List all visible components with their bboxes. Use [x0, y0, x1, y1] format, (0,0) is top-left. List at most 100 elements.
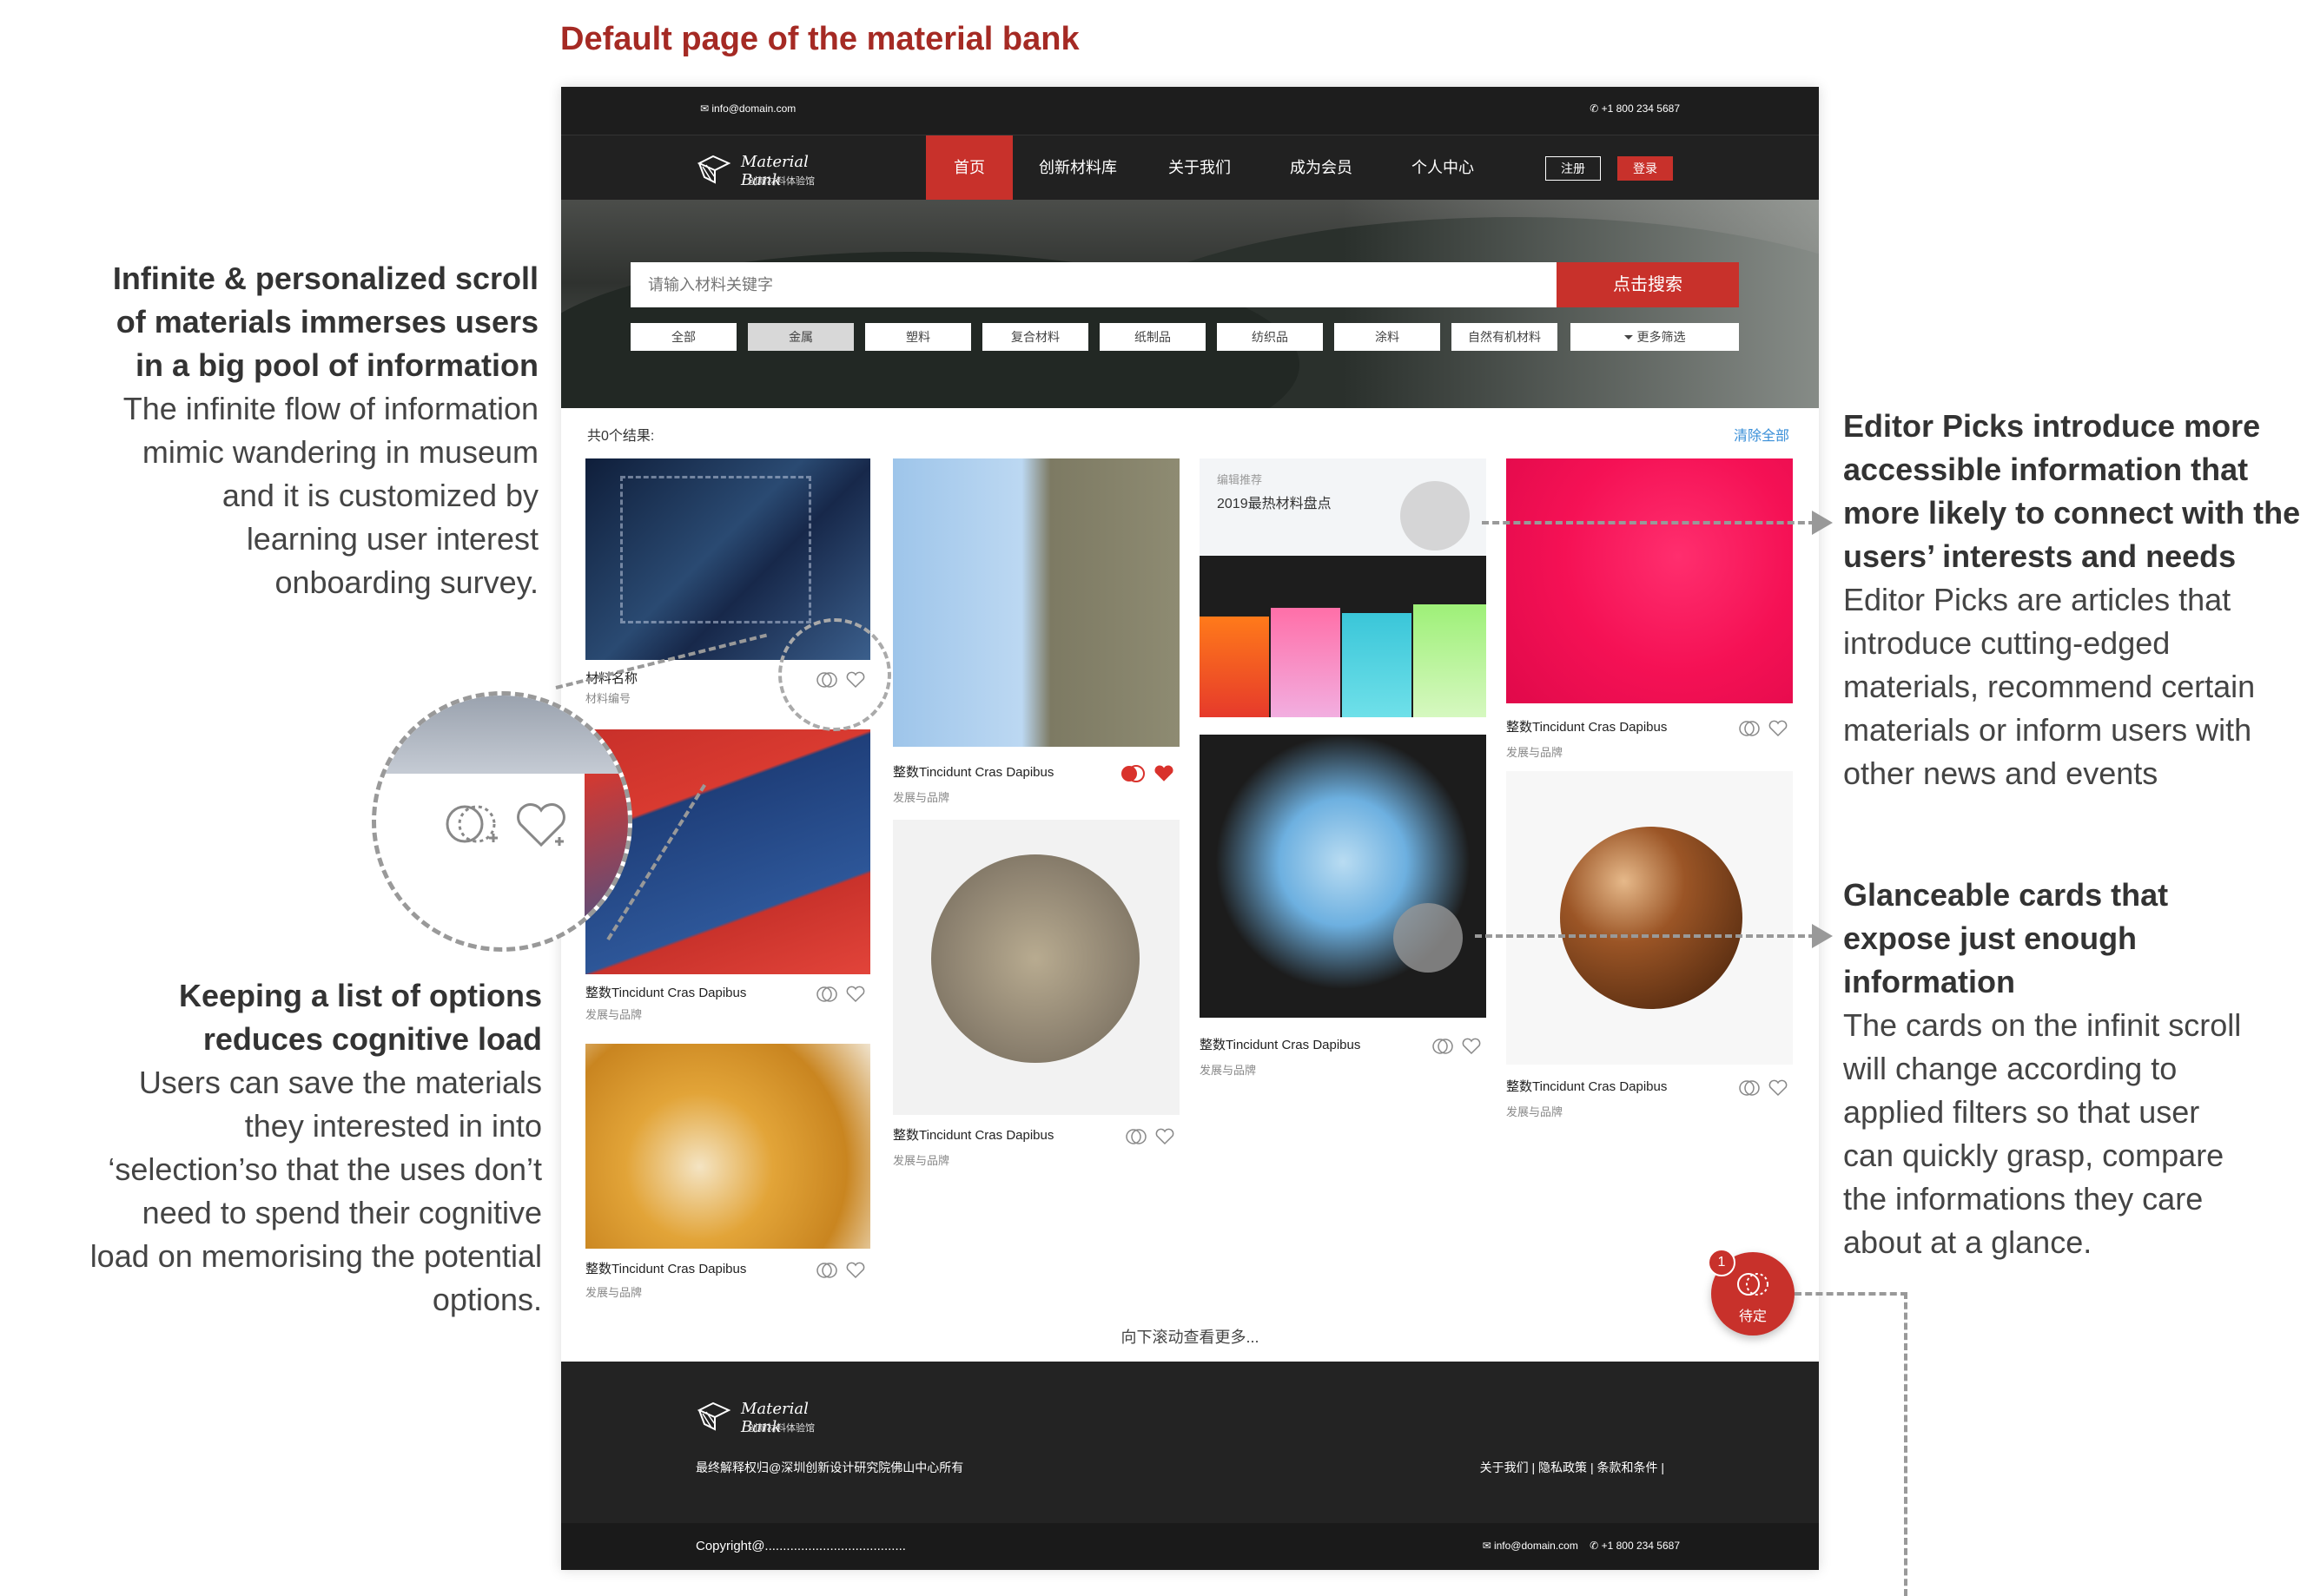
zoom-source-ring: [778, 618, 891, 731]
pink-fabric-image: [1506, 458, 1793, 703]
editor-pick-image: [1200, 556, 1486, 717]
annotation-head: expose just enough: [1843, 920, 2138, 956]
shirt-fabric-image: [893, 458, 1180, 747]
editor-pick-title: 2019最热材料盘点: [1217, 497, 1332, 511]
annotation-options-list: Keeping a list of options reduces cognit…: [35, 974, 542, 1322]
footer-contact: ✉ info@domain.com ✆ +1 800 234 5687: [1482, 1540, 1680, 1552]
add-to-selection-icon[interactable]: [1126, 1127, 1147, 1146]
add-to-selection-icon[interactable]: [1739, 1078, 1760, 1098]
filter-all[interactable]: 全部: [631, 323, 737, 351]
copyright-text: Copyright@..............................…: [696, 1539, 906, 1553]
scroll-more-hint: 向下滚动查看更多...: [1120, 1329, 1259, 1346]
card-title: 整数Tincidunt Cras Dapibus: [893, 1128, 1054, 1143]
annotation-head: of materials immerses users: [116, 304, 539, 340]
card-hotspot: [1393, 903, 1463, 973]
annotation-body: can quickly grasp, compare: [1843, 1138, 2224, 1173]
card-actions: [816, 1261, 865, 1280]
search-hero: 点击搜索 全部 金属 塑料 复合材料 纸制品 纺织品 涂料 自然有机材料 ⏷ 更…: [561, 200, 1819, 408]
filter-coating[interactable]: 涂料: [1334, 323, 1440, 351]
filter-textile[interactable]: 纺织品: [1217, 323, 1323, 351]
footer-rights: 最终解释权归@深圳创新设计研究院佛山中心所有: [696, 1461, 964, 1474]
selected-icon[interactable]: [1120, 764, 1145, 783]
nav-material-library[interactable]: 创新材料库: [1021, 135, 1134, 200]
zoom-magnifier: [372, 691, 632, 952]
search-input[interactable]: [631, 262, 1557, 307]
annotation-body: mimic wandering in museum: [142, 434, 539, 470]
annotation-glanceable-cards: Glanceable cards that expose just enough…: [1843, 874, 2295, 1264]
card-actions: [1739, 719, 1788, 738]
favorite-heart-icon[interactable]: [1155, 1128, 1174, 1145]
filter-more[interactable]: ⏷ 更多筛选: [1570, 323, 1739, 351]
main-navbar: Material Bank 创新材料体验馆 首页 创新材料库 关于我们 成为会员…: [561, 135, 1819, 200]
filter-plastic[interactable]: 塑料: [865, 323, 971, 351]
pending-count-badge: 1: [1708, 1249, 1735, 1276]
nav-about[interactable]: 关于我们: [1152, 135, 1247, 200]
arrow-head: [1812, 511, 1833, 535]
add-to-selection-icon[interactable]: [816, 985, 837, 1004]
annotation-head: Editor Picks introduce more: [1843, 408, 2261, 444]
annotation-head: in a big pool of information: [136, 347, 539, 383]
annotation-head: Glanceable cards that: [1843, 877, 2169, 913]
filter-paper[interactable]: 纸制品: [1100, 323, 1206, 351]
annotation-body: onboarding survey.: [274, 564, 539, 600]
annotation-body: Users can save the materials: [138, 1065, 542, 1100]
card-actions: [1126, 1127, 1174, 1146]
site-footer: Material Bank 创新材料体验馆 最终解释权归@深圳创新设计研究院佛山…: [561, 1362, 1819, 1523]
filter-metal[interactable]: 金属: [748, 323, 854, 351]
annotation-head: Infinite & personalized scroll: [112, 261, 539, 296]
card-subtitle: 发展与品牌: [893, 1154, 950, 1167]
annotation-body: will change according to: [1843, 1051, 2178, 1086]
annotation-head: users’ interests and needs: [1843, 538, 2237, 574]
favorite-heart-icon[interactable]: [1768, 1079, 1788, 1097]
add-to-selection-icon: [446, 805, 498, 843]
clear-all-link[interactable]: 清除全部: [1734, 424, 1789, 445]
nav-membership[interactable]: 成为会员: [1273, 135, 1369, 200]
card-subtitle: 发展与品牌: [1200, 1064, 1257, 1077]
glance-arrow-line: [1475, 934, 1815, 938]
footer-logo[interactable]: Material Bank 创新材料体验馆: [696, 1395, 843, 1438]
material-card[interactable]: 整数Tincidunt Cras Dapibus 发展与品牌: [893, 820, 1180, 1167]
header-email[interactable]: ✉ info@domain.com: [700, 102, 796, 115]
annotation-body: The cards on the infinit scroll: [1843, 1007, 2242, 1043]
material-card[interactable]: 整数Tincidunt Cras Dapibus 发展与品牌: [1506, 458, 1793, 771]
copper-ball-image: [1506, 771, 1793, 1065]
material-card[interactable]: 整数Tincidunt Cras Dapibus 发展与品牌: [585, 729, 870, 1025]
site-logo[interactable]: Material Bank 创新材料体验馆: [696, 148, 843, 191]
yellow-material-image: [585, 1044, 870, 1249]
material-card[interactable]: 整数Tincidunt Cras Dapibus 发展与品牌: [893, 458, 1180, 806]
footer-email[interactable]: info@domain.com: [1494, 1540, 1578, 1552]
add-to-selection-icon[interactable]: [816, 1261, 837, 1280]
nav-home[interactable]: 首页: [926, 135, 1013, 200]
annotation-body: need to spend their cognitive: [142, 1195, 542, 1230]
material-card[interactable]: 整数Tincidunt Cras Dapibus 发展与品牌: [585, 1044, 870, 1304]
add-to-selection-icon[interactable]: [1739, 719, 1760, 738]
favorite-heart-icon[interactable]: [846, 1262, 865, 1279]
logo-subtitle: 创新材料体验馆: [748, 1423, 815, 1434]
arrow-head: [1812, 924, 1833, 948]
favorite-heart-icon[interactable]: [1462, 1038, 1481, 1055]
register-button[interactable]: 注册: [1545, 156, 1601, 181]
nav-personal-center[interactable]: 个人中心: [1395, 135, 1491, 200]
filter-organic[interactable]: 自然有机材料: [1451, 323, 1557, 351]
page-heading: Default page of the material bank: [560, 21, 1080, 57]
editor-pick-hotspot: [1400, 481, 1470, 551]
footer-links[interactable]: 关于我们 | 隐私政策 | 条款和条件 |: [1480, 1459, 1664, 1476]
login-button[interactable]: 登录: [1617, 156, 1673, 181]
search-button[interactable]: 点击搜索: [1557, 262, 1739, 307]
pending-selection-button[interactable]: 1 待定: [1708, 1249, 1795, 1335]
card-subtitle: 发展与品牌: [1506, 1105, 1563, 1118]
filter-composite[interactable]: 复合材料: [982, 323, 1088, 351]
material-card[interactable]: 整数Tincidunt Cras Dapibus 发展与品牌: [1506, 771, 1793, 1118]
editor-pick-arrow-line: [1482, 521, 1815, 524]
favorite-heart-filled-icon[interactable]: [1154, 764, 1174, 783]
favorite-heart-icon[interactable]: [1768, 720, 1788, 737]
add-to-selection-icon[interactable]: [1432, 1037, 1453, 1056]
annotation-infinite-scroll: Infinite & personalized scroll of materi…: [52, 257, 539, 604]
logo-icon: [697, 155, 731, 184]
annotation-body: and it is customized by: [221, 478, 539, 513]
annotation-body: The infinite flow of information: [122, 391, 539, 426]
annotation-body: other news and events: [1843, 755, 2158, 791]
card-actions: [1739, 1078, 1788, 1098]
card-title: 整数Tincidunt Cras Dapibus: [1200, 1038, 1361, 1052]
favorite-heart-icon[interactable]: [846, 986, 865, 1003]
